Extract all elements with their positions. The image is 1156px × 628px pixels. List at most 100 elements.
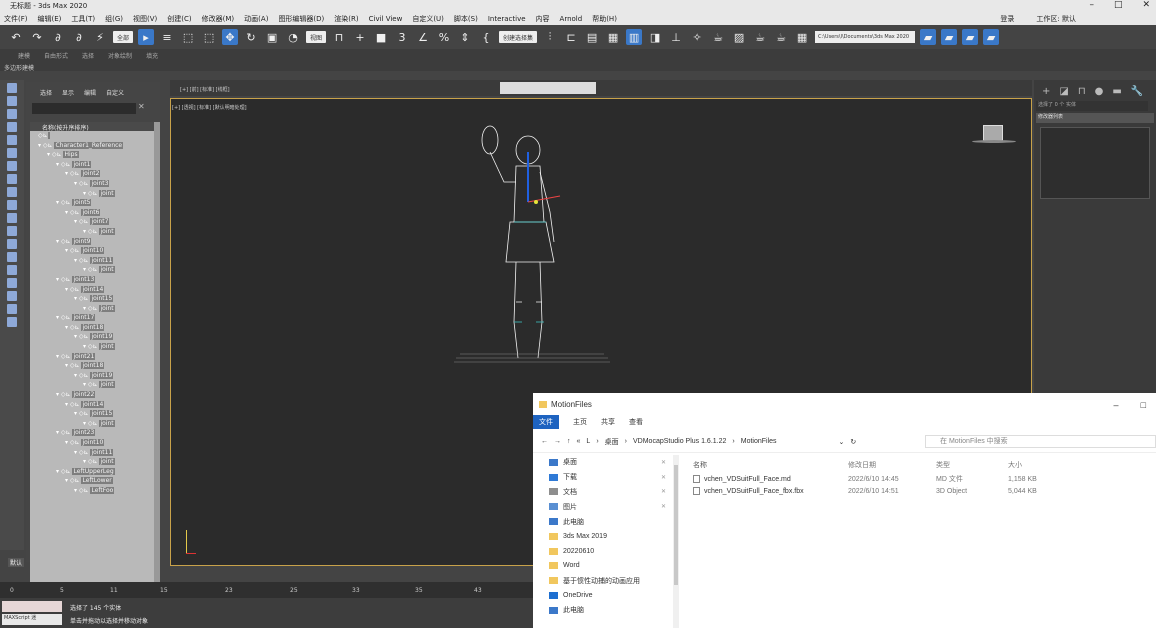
viewport-label[interactable]: [+] [透视] [标准] [默认明暗处理] (172, 104, 247, 111)
expand-arrow-icon[interactable]: ▾ ◇⊾ (47, 151, 63, 158)
tree-column-header[interactable]: 名称(按升序排序) (30, 122, 157, 132)
select-by-name-icon[interactable]: ≡ (159, 29, 175, 45)
column-date[interactable]: 修改日期 (848, 460, 936, 470)
bone-filter-icon[interactable] (7, 213, 17, 223)
render-production-icon[interactable]: ☕ (752, 29, 768, 45)
tree-node[interactable]: ▾ ◇⊾ joint (30, 189, 157, 199)
tree-node[interactable]: ▾ ◇⊾ joint14 (30, 285, 157, 295)
tree-node[interactable]: ▾ ◇⊾ Hips (30, 150, 157, 160)
tree-node[interactable]: ▾ ◇⊾ joint (30, 342, 157, 352)
tree-node[interactable]: ▾ ◇⊾ joint21 (30, 352, 157, 362)
rendered-frame-icon[interactable]: ▨ (731, 29, 747, 45)
menu-rendering[interactable]: 渲染(R) (334, 14, 358, 24)
link-icon[interactable]: ∂ (50, 29, 66, 45)
spacewarp-filter-icon[interactable] (7, 174, 17, 184)
manipulate-icon[interactable]: + (352, 29, 368, 45)
expand-arrow-icon[interactable]: ▾ ◇⊾ (56, 353, 72, 360)
column-size[interactable]: 大小 (1008, 460, 1068, 470)
geometry-filter-icon[interactable] (7, 109, 17, 119)
menu-modifiers[interactable]: 修改器(M) (202, 14, 235, 24)
align-icon[interactable]: ⊏ (563, 29, 579, 45)
minimize-button[interactable]: – (1089, 0, 1094, 10)
menu-civil-view[interactable]: Civil View (369, 15, 403, 23)
filter-all-icon[interactable] (7, 265, 17, 275)
expand-arrow-icon[interactable]: ▾ ◇⊾ (65, 362, 81, 369)
invert-filter-icon[interactable] (7, 291, 17, 301)
column-name[interactable]: 名称 (685, 460, 848, 470)
tree-node[interactable]: ▾ ◇⊾ LeftUpperLeg (30, 467, 157, 477)
tree-node[interactable]: ▾ ◇⊾ joint (30, 227, 157, 237)
menu-tools[interactable]: 工具(T) (71, 14, 95, 24)
rectangle-selection-icon[interactable]: ⬚ (180, 29, 196, 45)
tree-node[interactable]: ◇⊾ (30, 131, 157, 141)
menu-scripting[interactable]: 脚本(S) (454, 14, 478, 24)
expand-arrow-icon[interactable]: ▾ ◇⊾ (65, 439, 81, 446)
explorer-menu-display[interactable]: 显示 (62, 88, 74, 97)
explorer-tab-file[interactable]: 文件 (533, 415, 559, 429)
explorer-tab-view[interactable]: 查看 (629, 417, 643, 427)
ribbon-tab-populate[interactable]: 填充 (146, 51, 158, 60)
project-folder-icon-4[interactable]: ▰ (983, 29, 1000, 45)
expand-arrow-icon[interactable]: ▾ ◇⊾ (65, 247, 81, 254)
expand-arrow-icon[interactable]: ▾ ◇⊾ (74, 333, 90, 340)
pivot-icon[interactable]: ⊓ (331, 29, 347, 45)
nav-item[interactable]: 20220610 (533, 544, 673, 559)
mirror-icon[interactable]: ⫶ (542, 29, 558, 45)
curve-editor-icon[interactable]: ◨ (647, 29, 663, 45)
move-icon[interactable]: ✥ (222, 29, 239, 45)
percent-snap-icon[interactable]: % (436, 29, 452, 45)
tree-node[interactable]: ▾ ◇⊾ joint7 (30, 217, 157, 227)
selection-filter-dropdown[interactable]: 全部 (113, 31, 134, 43)
maximize-button[interactable]: □ (1114, 0, 1123, 10)
project-folder-icon-2[interactable]: ▰ (941, 29, 958, 45)
tree-node[interactable]: ▾ ◇⊾ joint18 (30, 361, 157, 371)
expand-arrow-icon[interactable]: ▾ ◇⊾ (74, 410, 90, 417)
motion-panel-icon[interactable]: ● (1095, 86, 1104, 97)
tree-node[interactable]: ▾ ◇⊾ joint15 (30, 294, 157, 304)
ribbon-tab-object-paint[interactable]: 对象绘制 (108, 51, 132, 60)
breadcrumb-item[interactable]: L (586, 438, 590, 445)
tree-node[interactable]: ▾ ◇⊾ joint15 (30, 409, 157, 419)
toggle-ribbon-icon[interactable]: ▥ (626, 29, 643, 45)
material-editor-icon[interactable]: ✧ (689, 29, 705, 45)
select-tool-icon[interactable] (7, 83, 17, 93)
tree-node[interactable]: ▾ ◇⊾ joint (30, 380, 157, 390)
tree-node[interactable]: ▾ ◇⊾ joint3 (30, 179, 157, 189)
ribbon-tab-freeform[interactable]: 自由形式 (44, 51, 68, 60)
angle-snap-icon[interactable]: ∠ (415, 29, 431, 45)
signin-button[interactable]: 登录 (1000, 14, 1014, 24)
create-panel-icon[interactable]: + (1042, 86, 1050, 97)
render-iterative-icon[interactable]: ☕ (773, 29, 789, 45)
expand-arrow-icon[interactable]: ▾ ◇⊾ (83, 266, 99, 273)
back-arrow-icon[interactable]: ← (541, 438, 548, 445)
tree-node[interactable]: ▾ ◇⊾ joint11 (30, 448, 157, 458)
up-arrow-icon[interactable]: ↑ (567, 438, 571, 445)
workspace-dropdown[interactable]: 工作区: 默认 (1036, 14, 1076, 24)
tree-node[interactable]: ▾ ◇⊾ joint19 (30, 332, 157, 342)
breadcrumb-item[interactable]: VDMocapStudio Plus 1.6.1.22 (633, 438, 726, 445)
menu-file[interactable]: 文件(F) (4, 14, 28, 24)
expand-arrow-icon[interactable]: ▾ ◇⊾ (65, 170, 81, 177)
expand-arrow-icon[interactable]: ▾ ◇⊾ (38, 142, 54, 149)
project-folder-icon-3[interactable]: ▰ (962, 29, 979, 45)
layer-default-label[interactable]: 默认 (8, 558, 25, 567)
tree-node[interactable]: ▾ ◇⊾ joint5 (30, 198, 157, 208)
chevron-down-icon[interactable]: ⌄ (839, 438, 845, 446)
hidden-filter-icon[interactable] (7, 252, 17, 262)
redo-icon[interactable]: ↷ (29, 29, 45, 45)
expand-arrow-icon[interactable]: ▾ ◇⊾ (56, 276, 72, 283)
expand-arrow-icon[interactable]: ▾ ◇⊾ (74, 218, 90, 225)
tree-node[interactable]: ▾ ◇⊾ joint9 (30, 237, 157, 247)
expand-arrow-icon[interactable]: ▾ ◇⊾ (83, 228, 99, 235)
expand-arrow-icon[interactable]: ▾ ◇⊾ (74, 180, 90, 187)
viewport-label-top[interactable]: [+] [前] [标准] [线框] (180, 86, 230, 93)
expand-arrow-icon[interactable]: ▾ ◇⊾ (65, 477, 81, 484)
menu-customize[interactable]: 自定义(U) (412, 14, 444, 24)
expand-arrow-icon[interactable]: ▾ ◇⊾ (56, 238, 72, 245)
frozen-filter-icon[interactable] (7, 239, 17, 249)
pin-icon[interactable]: ✕ (661, 488, 666, 495)
menu-content[interactable]: 内容 (536, 14, 550, 24)
navigation-scrollbar[interactable] (673, 455, 679, 628)
tree-node[interactable]: ▾ ◇⊾ joint18 (30, 323, 157, 333)
schematic-view-icon[interactable]: ⊥ (668, 29, 684, 45)
